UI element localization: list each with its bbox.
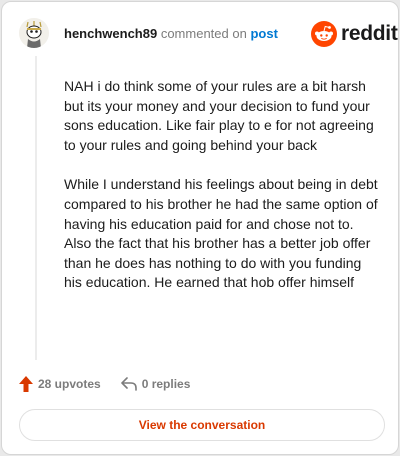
reply-count: 0 replies <box>141 377 191 391</box>
comment-actions: 28 upvotes 0 replies <box>19 375 190 393</box>
post-link[interactable]: post <box>250 26 277 41</box>
upvote-arrow-icon <box>19 376 33 392</box>
username-link[interactable]: henchwench89 <box>64 26 157 41</box>
comment-paragraph: NAH i do think some of your rules are a … <box>64 78 374 153</box>
comment-header: henchwench89 commented on post <box>64 26 278 41</box>
replies-button[interactable]: 0 replies <box>120 377 191 391</box>
view-conversation-button[interactable]: View the conversation <box>19 409 385 441</box>
comment-paragraph: While I understand his feelings about be… <box>64 176 378 291</box>
reddit-wordmark: reddit <box>341 22 398 45</box>
commented-on-text: commented on <box>160 26 247 41</box>
reply-arrow-icon <box>120 377 137 391</box>
user-avatar-icon[interactable] <box>19 18 49 48</box>
comment-body: NAH i do think some of your rules are a … <box>64 77 382 293</box>
upvote-button[interactable]: 28 upvotes <box>19 376 101 392</box>
thread-line <box>35 56 37 360</box>
reddit-logo-icon <box>311 21 337 47</box>
reddit-logo[interactable]: reddit <box>311 21 398 47</box>
comment-embed-card: henchwench89 commented on post reddit NA… <box>1 1 399 455</box>
upvote-count: 28 upvotes <box>38 377 101 391</box>
